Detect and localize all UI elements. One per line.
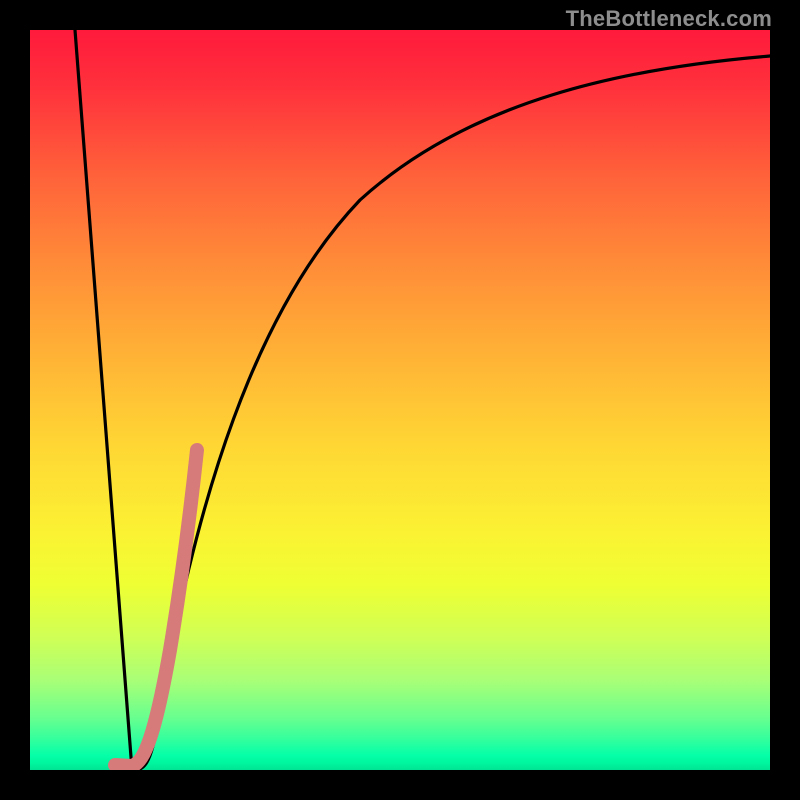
chart-svg (30, 30, 770, 770)
watermark-text: TheBottleneck.com (566, 6, 772, 32)
plot-area (30, 30, 770, 770)
chart-curve (75, 30, 770, 770)
chart-root: TheBottleneck.com (0, 0, 800, 800)
